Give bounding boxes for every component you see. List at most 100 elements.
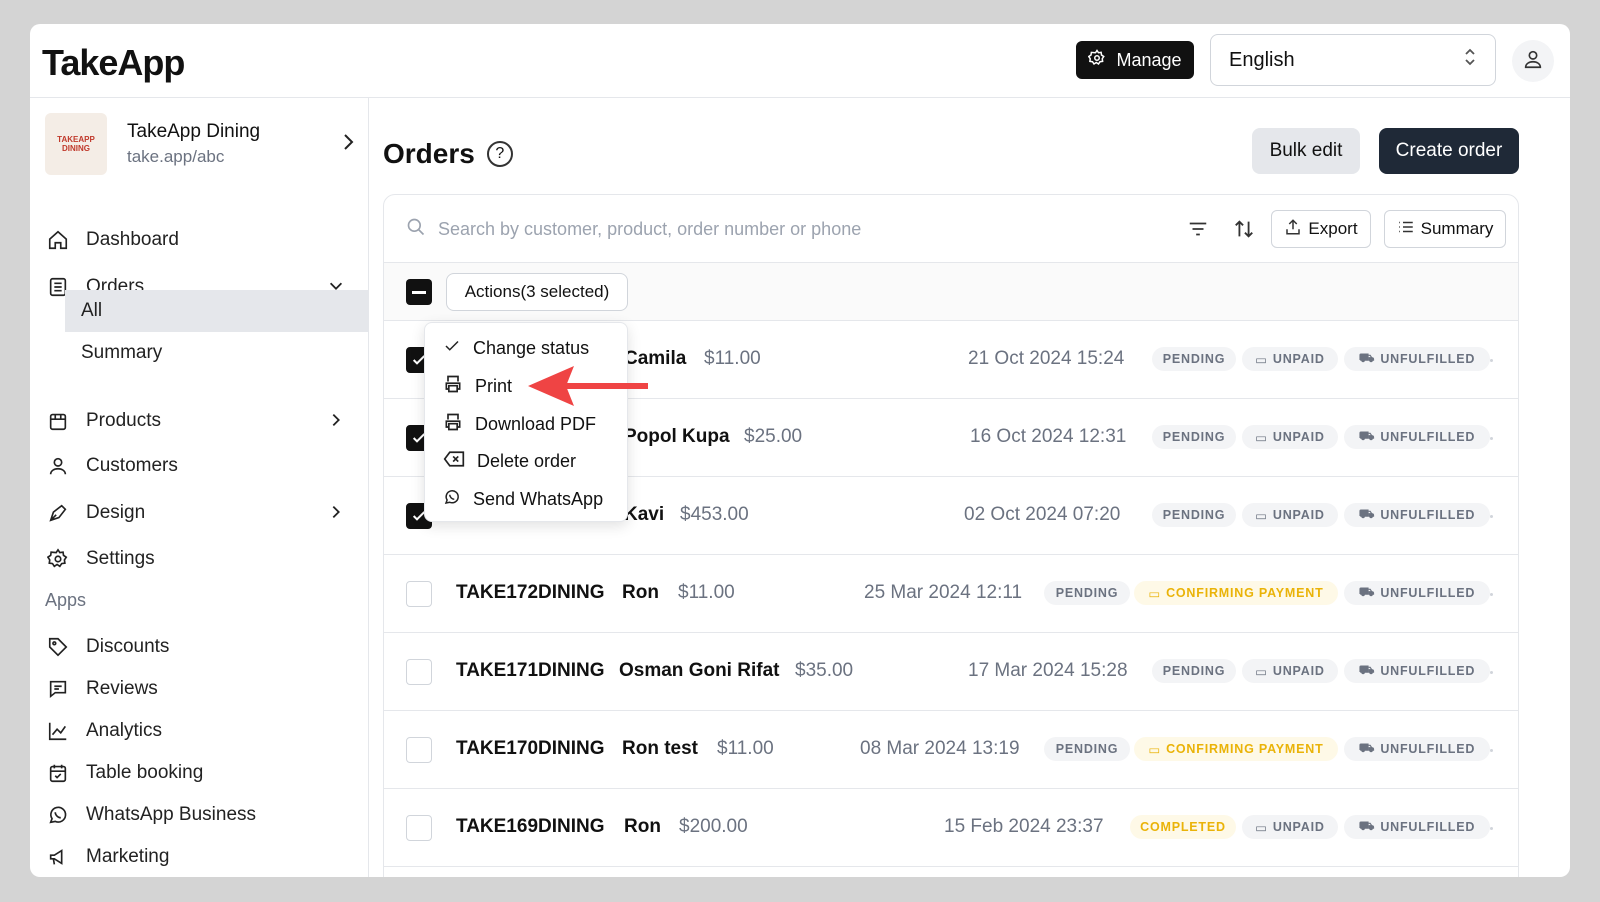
payment-badge: ▭ CONFIRMING PAYMENT — [1134, 581, 1338, 605]
order-number[interactable]: TAKE171DINING — [456, 660, 605, 682]
payment-badge: ▭ CONFIRMING PAYMENT — [1134, 737, 1338, 761]
menu-item-delete-order[interactable]: Delete order — [443, 444, 576, 478]
fulfillment-badge: ⛟ UNFULFILLED — [1344, 425, 1490, 449]
sidebar-item-products[interactable]: Products — [45, 401, 355, 441]
manage-button[interactable]: Manage — [1076, 41, 1194, 79]
sort-icon[interactable] — [1230, 215, 1258, 243]
row-checkbox[interactable] — [406, 659, 432, 685]
page-title: Orders ? — [383, 138, 513, 170]
order-number[interactable]: TAKE170DINING — [456, 738, 605, 760]
whatsapp-icon — [45, 802, 71, 828]
store-url: take.app/abc — [127, 147, 225, 166]
card-icon: ▭ — [1148, 742, 1162, 757]
order-number[interactable]: TAKE169DINING — [456, 816, 605, 838]
message-icon — [45, 676, 71, 702]
status-badge: PENDING — [1152, 425, 1236, 449]
create-order-button[interactable]: Create order — [1379, 128, 1519, 174]
sidebar-label: Analytics — [86, 720, 163, 741]
export-button[interactable]: Export — [1271, 210, 1371, 248]
row-checkbox[interactable] — [406, 581, 432, 607]
order-date: 08 Mar 2024 13:19 — [860, 738, 1020, 759]
sidebar-item-whatsapp-business[interactable]: WhatsApp Business — [45, 795, 355, 835]
orders-toolbar: Export Summary — [384, 195, 1518, 263]
help-icon[interactable]: ? — [486, 141, 513, 167]
bulk-edit-button[interactable]: Bulk edit — [1252, 128, 1360, 174]
summary-button[interactable]: Summary — [1384, 210, 1506, 248]
actions-button[interactable]: Actions(3 selected) — [446, 273, 628, 311]
sidebar-label: Marketing — [86, 846, 170, 867]
truck-icon: ⛟ — [1358, 819, 1376, 833]
sidebar-label: Design — [86, 502, 146, 523]
gear-icon — [45, 546, 71, 572]
payment-label: UNPAID — [1272, 664, 1325, 678]
annotation-arrow-icon — [528, 366, 648, 406]
sidebar-item-orders-all[interactable]: All — [65, 290, 369, 332]
user-avatar[interactable] — [1512, 40, 1554, 82]
truck-icon: ⛟ — [1358, 585, 1376, 599]
divider-dot — [1490, 827, 1493, 830]
sidebar-item-orders-summary[interactable]: Summary — [65, 332, 369, 374]
fulfillment-label: UNFULFILLED — [1380, 352, 1476, 366]
fulfillment-badge: ⛟ UNFULFILLED — [1344, 347, 1490, 371]
row-checkbox[interactable] — [406, 737, 432, 763]
sidebar-item-marketing[interactable]: Marketing — [45, 837, 355, 877]
sidebar-item-reviews[interactable]: Reviews — [45, 669, 355, 709]
sidebar-label: WhatsApp Business — [86, 804, 257, 825]
sidebar-item-table-booking[interactable]: Table booking — [45, 753, 355, 793]
sidebar-item-customers[interactable]: Customers — [45, 446, 355, 486]
whatsapp-icon — [443, 488, 461, 511]
language-select[interactable]: English — [1210, 34, 1496, 86]
sidebar-label: Table booking — [86, 762, 204, 783]
sidebar-label: Reviews — [86, 678, 158, 699]
status-badge: PENDING — [1044, 581, 1130, 605]
store-logo: TAKEAPP DINING — [45, 113, 107, 175]
table-row[interactable]: TAKE172DINING Ron $11.00 25 Mar 2024 12:… — [384, 555, 1518, 633]
fulfillment-badge: ⛟ UNFULFILLED — [1344, 581, 1490, 605]
menu-item-download-pdf[interactable]: Download PDF — [443, 407, 596, 441]
order-number[interactable]: TAKE172DINING — [456, 582, 605, 604]
table-row[interactable]: TAKE170DINING Ron test $11.00 08 Mar 202… — [384, 711, 1518, 789]
payment-badge: ▭ UNPAID — [1242, 659, 1338, 683]
menu-item-print[interactable]: Print — [443, 369, 512, 403]
sidebar-item-discounts[interactable]: Discounts — [45, 627, 355, 667]
store-switcher[interactable]: TAKEAPP DINING TakeApp Dining take.app/a… — [45, 112, 355, 176]
manage-label: Manage — [1116, 49, 1182, 70]
row-checkbox[interactable] — [406, 815, 432, 841]
customer-name: Ron — [624, 816, 661, 837]
payment-label: UNPAID — [1272, 352, 1325, 366]
payment-badge: ▭ UNPAID — [1242, 815, 1338, 839]
filter-icon[interactable] — [1184, 215, 1212, 243]
payment-badge: ▭ UNPAID — [1242, 503, 1338, 527]
order-date: 21 Oct 2024 15:24 — [968, 348, 1125, 369]
printer-icon — [443, 412, 463, 437]
sidebar-item-design[interactable]: Design — [45, 493, 355, 533]
payment-badge: ▭ UNPAID — [1242, 425, 1338, 449]
fulfillment-badge: ⛟ UNFULFILLED — [1344, 815, 1490, 839]
sidebar-item-analytics[interactable]: Analytics — [45, 711, 355, 751]
order-total: $35.00 — [795, 660, 854, 681]
search-input[interactable] — [438, 219, 958, 240]
sidebar-item-dashboard[interactable]: Dashboard — [45, 220, 355, 260]
user-icon — [1522, 48, 1544, 75]
app-logo[interactable]: TakeApp — [42, 42, 185, 84]
table-row[interactable]: TAKE171DINING Osman Goni Rifat $35.00 17… — [384, 633, 1518, 711]
order-total: $11.00 — [678, 582, 735, 603]
menu-item-send-whatsapp[interactable]: Send WhatsApp — [443, 482, 603, 516]
divider-dot — [1490, 749, 1493, 752]
card-icon: ▭ — [1255, 430, 1268, 445]
chevron-up-down-icon — [1463, 47, 1477, 73]
delete-icon — [443, 449, 465, 474]
status-badge: COMPLETED — [1130, 815, 1236, 839]
divider-dot — [1490, 593, 1493, 596]
card-icon: ▭ — [1255, 820, 1268, 835]
sidebar-label: Products — [86, 410, 161, 431]
select-all-checkbox[interactable] — [406, 279, 432, 305]
table-row[interactable]: TAKE169DINING Ron $200.00 15 Feb 2024 23… — [384, 789, 1518, 867]
menu-item-change-status[interactable]: Change status — [443, 331, 589, 365]
truck-icon: ⛟ — [1358, 663, 1376, 677]
order-date: 17 Mar 2024 15:28 — [968, 660, 1128, 681]
truck-icon: ⛟ — [1358, 351, 1376, 365]
sidebar-item-settings[interactable]: Settings — [45, 539, 355, 579]
status-badge: PENDING — [1044, 737, 1130, 761]
divider-dot — [1490, 671, 1493, 674]
